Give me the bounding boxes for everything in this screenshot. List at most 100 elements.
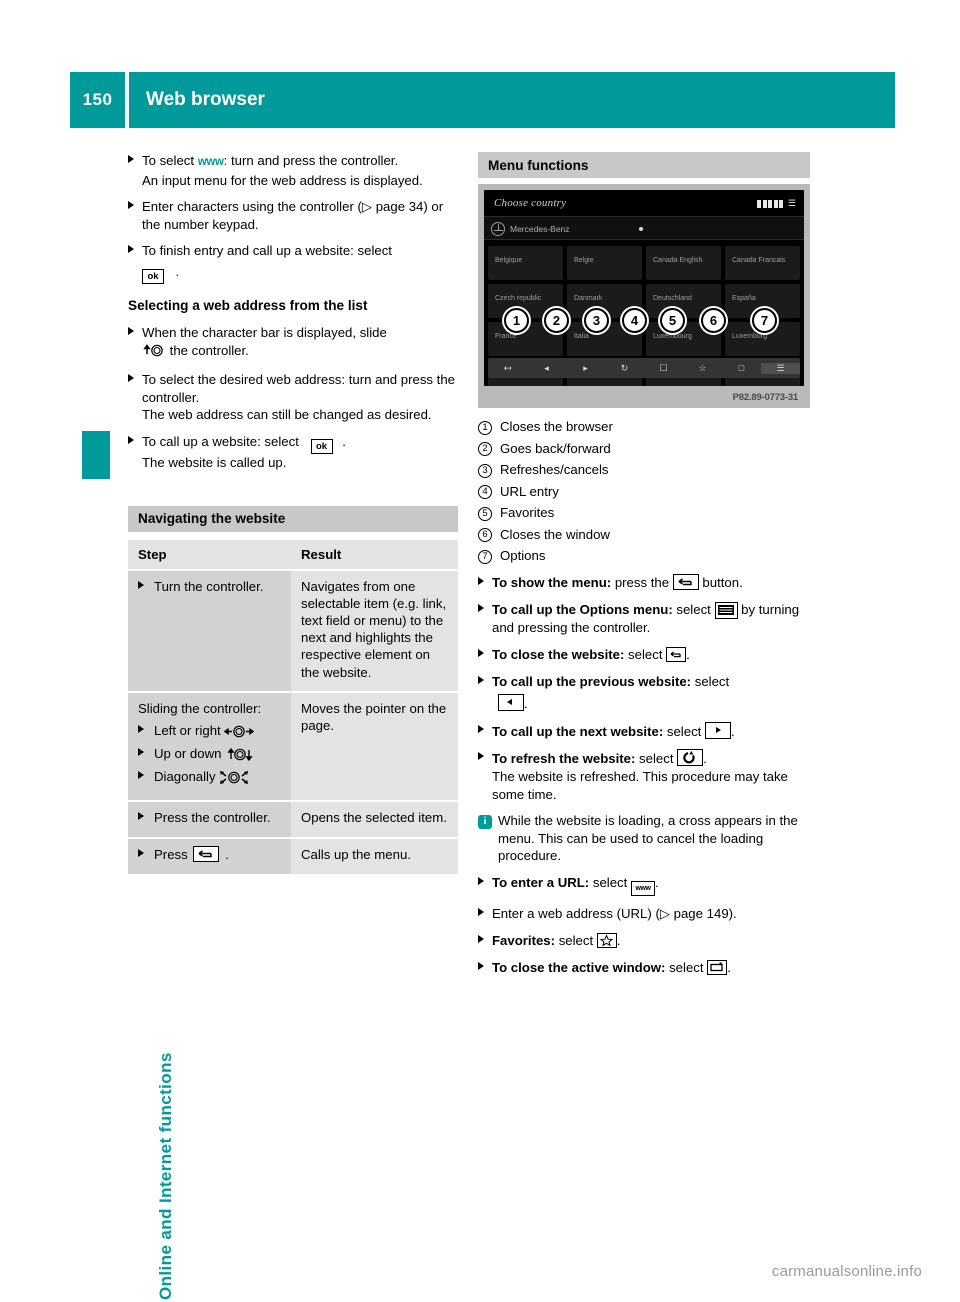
instruction-text: Enter a web address (URL) (▷ page 149).	[492, 905, 737, 921]
legend-label: Goes back/forward	[500, 440, 611, 456]
back-icon[interactable]: ◂	[527, 363, 566, 374]
triangle-bullet-icon	[478, 601, 492, 637]
legend-item: 6 Closes the window	[478, 526, 810, 544]
info-note-text: While the website is loading, a cross ap…	[498, 813, 798, 864]
country-tile-label: Czech republic	[495, 295, 542, 302]
triangle-bullet-icon	[478, 749, 492, 803]
bullet-call-up-website: To call up a website: select ok . The we…	[128, 433, 458, 472]
instruction-bold: To close the active window:	[492, 959, 666, 975]
triangle-bullet-icon	[138, 578, 148, 596]
triangle-bullet-icon	[128, 371, 142, 424]
step-item-label: Left or right	[154, 722, 221, 738]
slide-up-down-glyph-icon	[225, 747, 255, 766]
triangle-bullet-icon	[138, 745, 148, 766]
ok-key-icon: ok	[310, 438, 333, 454]
table-cell-result: Moves the pointer on the page.	[291, 691, 458, 802]
signal-strength-icon: ☰	[757, 198, 796, 209]
table-cell-step: Turn the controller.	[128, 569, 291, 693]
left-column: To select www: turn and press the contro…	[128, 152, 458, 876]
refresh-icon[interactable]: ↻	[605, 363, 644, 374]
info-icon: i	[478, 812, 498, 865]
options-menu-key-icon	[714, 602, 738, 619]
callout-marker: 1	[504, 308, 529, 333]
bullet-text: When the character bar is displayed, sli…	[142, 324, 387, 340]
navigating-table: Step Result Turn the controller. Navigat…	[128, 539, 458, 876]
country-tile[interactable]: Canada Francais	[725, 246, 800, 280]
bullet-text-after: the controller.	[169, 342, 249, 358]
chapter-tab: Online and Internet functions	[96, 480, 175, 1300]
bullet-subtext: The website is called up.	[142, 454, 287, 470]
instruction-text: select	[691, 673, 730, 689]
country-tile[interactable]: Belgie	[567, 246, 642, 280]
bullet-finish-entry: To finish entry and call up a website: s…	[128, 242, 458, 284]
legend-item: 1 Closes the browser	[478, 418, 810, 436]
column-header-result: Result	[291, 539, 458, 571]
instruction-favorites: Favorites: select .	[478, 932, 810, 950]
circled-number-icon: 1	[478, 420, 492, 435]
chapter-label: Online and Internet functions	[156, 1052, 175, 1300]
bullet-subtext: The web address can still be changed as …	[142, 407, 432, 423]
legend-label: URL entry	[500, 483, 559, 499]
step-lead-text: Sliding the controller:	[138, 700, 262, 716]
slide-diagonal-glyph-icon	[219, 770, 249, 789]
footer-watermark: carmanualsonline.info	[771, 1263, 922, 1280]
section-heading-menu-functions: Menu functions	[478, 152, 810, 178]
table-header-row: Step Result	[128, 539, 458, 571]
step-text-post: .	[225, 846, 229, 862]
comand-brand-text: Mercedes-Benz	[510, 224, 570, 234]
instruction-close-website: To close the website: select .	[478, 646, 810, 664]
legend-label: Closes the window	[500, 526, 610, 542]
triangle-bullet-icon	[138, 722, 148, 743]
circled-number-icon: 6	[478, 528, 492, 542]
instruction-text: select	[624, 646, 667, 662]
close-browser-icon[interactable]: ↤	[488, 363, 527, 374]
triangle-bullet-icon	[138, 846, 148, 864]
forward-icon[interactable]: ▸	[566, 363, 605, 374]
bullet-enter-characters: Enter characters using the controller (▷…	[128, 198, 458, 233]
instruction-after: .	[703, 751, 707, 767]
country-tile-label: Danmark	[574, 295, 603, 302]
instruction-bold: To show the menu:	[492, 575, 612, 590]
instruction-bold: To call up the previous website:	[492, 673, 692, 689]
table-cell-result: Opens the selected item.	[291, 800, 458, 839]
bullet-subtext: An input menu for the web address is dis…	[142, 172, 423, 188]
country-tile-label: España	[732, 295, 756, 302]
legend-label: Refreshes/cancels	[500, 462, 609, 477]
tile-row: Belgique Belgie Canada English Canada Fr…	[484, 246, 804, 280]
callout-marker: 5	[660, 308, 685, 333]
page-number: 150	[70, 72, 125, 128]
callout-marker: 2	[544, 308, 569, 333]
bullet-select-address: To select the desired web address: turn …	[128, 371, 458, 424]
close-website-key-icon	[666, 646, 687, 662]
options-icon[interactable]: ☰	[761, 362, 800, 374]
callout-marker: 4	[622, 308, 647, 333]
instruction-list: To show the menu: press the button. To c…	[478, 574, 810, 977]
back-button-key-icon	[672, 574, 699, 590]
favorites-icon[interactable]: ☆	[683, 363, 722, 374]
column-header-step: Step	[128, 539, 291, 571]
country-tile[interactable]: Canada English	[646, 246, 721, 280]
instruction-enter-url: To enter a URL: select www.	[478, 874, 810, 896]
instruction-text: select	[555, 932, 597, 948]
instruction-text: select	[635, 751, 678, 767]
forward-arrow-key-icon	[705, 721, 731, 739]
close-window-icon[interactable]: □	[722, 363, 761, 373]
legend-label: Favorites	[500, 505, 555, 520]
bullet-text: To call up a website: select	[142, 433, 299, 449]
triangle-bullet-icon	[478, 673, 492, 713]
legend-label: Options	[500, 548, 546, 563]
circled-number-icon: 2	[478, 442, 492, 456]
table-cell-result: Calls up the menu.	[291, 837, 458, 876]
country-tile[interactable]: Belgique	[488, 246, 563, 280]
instruction-bold: To call up the Options menu:	[492, 602, 673, 617]
legend-item: 4 URL entry	[478, 483, 810, 501]
instruction-next-website: To call up the next website: select .	[478, 721, 810, 741]
triangle-bullet-icon	[478, 574, 492, 592]
comand-brand-bar: Mercedes-Benz	[484, 216, 804, 240]
instruction-refresh-website: To refresh the website: select . The web…	[478, 749, 810, 803]
table-row: Sliding the controller: Left or right Up…	[128, 691, 458, 802]
url-icon[interactable]: ☐	[644, 363, 683, 374]
callout-marker: 6	[701, 308, 726, 333]
favorites-star-key-icon	[596, 932, 617, 948]
triangle-bullet-icon	[128, 433, 142, 472]
